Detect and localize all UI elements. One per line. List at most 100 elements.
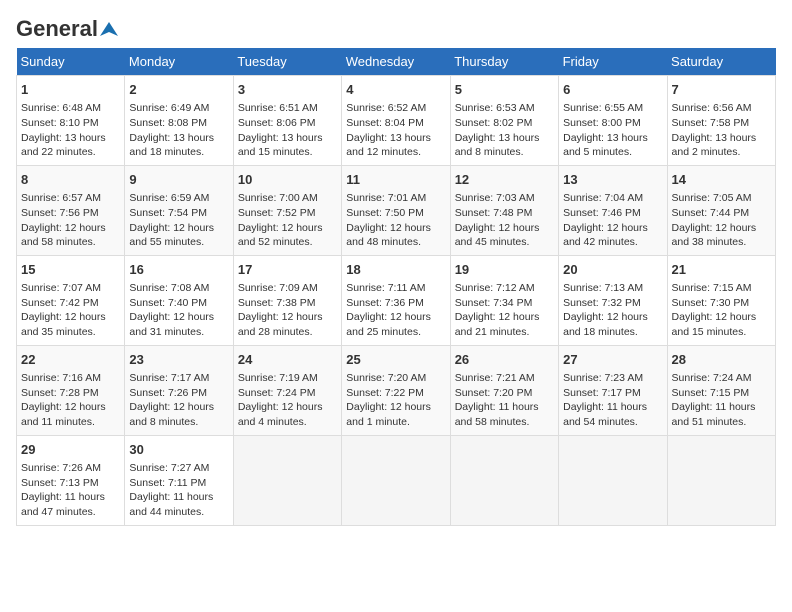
day-info-line: Daylight: 11 hours	[21, 490, 120, 505]
day-info-line: and 25 minutes.	[346, 325, 445, 340]
day-number: 12	[455, 171, 554, 189]
day-info-line: Daylight: 12 hours	[129, 221, 228, 236]
day-info-line: Sunset: 7:34 PM	[455, 296, 554, 311]
day-info-line: Sunset: 7:36 PM	[346, 296, 445, 311]
calendar-cell	[342, 435, 450, 525]
day-info-line: Sunset: 7:50 PM	[346, 206, 445, 221]
day-number: 26	[455, 351, 554, 369]
day-info-line: Daylight: 12 hours	[672, 221, 771, 236]
day-info-line: and 48 minutes.	[346, 235, 445, 250]
day-info-line: and 8 minutes.	[455, 145, 554, 160]
day-info-line: Sunset: 7:44 PM	[672, 206, 771, 221]
day-info-line: and 52 minutes.	[238, 235, 337, 250]
day-info-line: Daylight: 11 hours	[129, 490, 228, 505]
calendar-cell: 15Sunrise: 7:07 AMSunset: 7:42 PMDayligh…	[17, 255, 125, 345]
day-info-line: Daylight: 12 hours	[129, 310, 228, 325]
calendar-cell: 28Sunrise: 7:24 AMSunset: 7:15 PMDayligh…	[667, 345, 775, 435]
day-info-line: Sunrise: 6:57 AM	[21, 191, 120, 206]
logo: General	[16, 16, 118, 38]
col-header-friday: Friday	[559, 48, 667, 76]
day-number: 8	[21, 171, 120, 189]
calendar-table: SundayMondayTuesdayWednesdayThursdayFrid…	[16, 48, 776, 526]
day-number: 29	[21, 441, 120, 459]
day-info-line: Sunset: 7:32 PM	[563, 296, 662, 311]
day-info-line: Sunrise: 7:09 AM	[238, 281, 337, 296]
day-info-line: Daylight: 12 hours	[455, 310, 554, 325]
calendar-cell: 25Sunrise: 7:20 AMSunset: 7:22 PMDayligh…	[342, 345, 450, 435]
day-number: 24	[238, 351, 337, 369]
calendar-cell: 23Sunrise: 7:17 AMSunset: 7:26 PMDayligh…	[125, 345, 233, 435]
day-info-line: Sunset: 8:10 PM	[21, 116, 120, 131]
day-info-line: Daylight: 12 hours	[563, 310, 662, 325]
day-info-line: Sunset: 7:17 PM	[563, 386, 662, 401]
day-info-line: Sunrise: 6:53 AM	[455, 101, 554, 116]
day-info-line: and 31 minutes.	[129, 325, 228, 340]
calendar-cell: 14Sunrise: 7:05 AMSunset: 7:44 PMDayligh…	[667, 165, 775, 255]
day-number: 21	[672, 261, 771, 279]
day-info-line: and 4 minutes.	[238, 415, 337, 430]
calendar-cell: 18 Sunrise: 7:11 AMSunset: 7:36 PMDayligh…	[342, 255, 450, 345]
day-info-line: Sunrise: 6:59 AM	[129, 191, 228, 206]
calendar-cell: 3Sunrise: 6:51 AMSunset: 8:06 PMDaylight…	[233, 76, 341, 166]
day-number: 5	[455, 81, 554, 99]
day-info-line: Sunrise: 7:04 AM	[563, 191, 662, 206]
day-info-line: and 18 minutes.	[563, 325, 662, 340]
day-number: 7	[672, 81, 771, 99]
day-info-line: Sunset: 7:52 PM	[238, 206, 337, 221]
day-info-line: Daylight: 12 hours	[346, 400, 445, 415]
day-number: 27	[563, 351, 662, 369]
day-info-line: Daylight: 12 hours	[21, 310, 120, 325]
calendar-cell: 22Sunrise: 7:16 AMSunset: 7:28 PMDayligh…	[17, 345, 125, 435]
day-info-line: Daylight: 13 hours	[129, 131, 228, 146]
day-info-line: and 35 minutes.	[21, 325, 120, 340]
day-info-line: Daylight: 13 hours	[238, 131, 337, 146]
day-info-line: Sunset: 7:58 PM	[672, 116, 771, 131]
day-info-line: Sunset: 7:24 PM	[238, 386, 337, 401]
day-info-line: Sunrise: 7:11 AM	[346, 281, 445, 296]
day-info-line: Daylight: 11 hours	[672, 400, 771, 415]
day-info-line: Daylight: 12 hours	[238, 400, 337, 415]
day-info-line: and 8 minutes.	[129, 415, 228, 430]
day-info-line: Daylight: 12 hours	[129, 400, 228, 415]
day-info-line: Sunset: 7:30 PM	[672, 296, 771, 311]
day-info-line: Sunrise: 7:15 AM	[672, 281, 771, 296]
day-info-line: Sunrise: 7:01 AM	[346, 191, 445, 206]
day-number: 2	[129, 81, 228, 99]
day-info-line: Sunrise: 7:03 AM	[455, 191, 554, 206]
day-info-line: and 47 minutes.	[21, 505, 120, 520]
day-info-line: Sunrise: 7:19 AM	[238, 371, 337, 386]
day-info-line: Sunrise: 7:05 AM	[672, 191, 771, 206]
calendar-cell: 20Sunrise: 7:13 AMSunset: 7:32 PMDayligh…	[559, 255, 667, 345]
day-number: 11	[346, 171, 445, 189]
day-info-line: Sunrise: 7:07 AM	[21, 281, 120, 296]
day-info-line: Sunset: 8:00 PM	[563, 116, 662, 131]
calendar-cell: 9 Sunrise: 6:59 AMSunset: 7:54 PMDaylight…	[125, 165, 233, 255]
calendar-cell: 27 Sunrise: 7:23 AMSunset: 7:17 PMDayligh…	[559, 345, 667, 435]
day-info-line: Sunset: 7:15 PM	[672, 386, 771, 401]
day-info-line: Sunrise: 7:23 AM	[563, 371, 662, 386]
day-number: 3	[238, 81, 337, 99]
day-info-line: Daylight: 12 hours	[455, 221, 554, 236]
calendar-cell: 19Sunrise: 7:12 AMSunset: 7:34 PMDayligh…	[450, 255, 558, 345]
day-info-line: Daylight: 11 hours	[455, 400, 554, 415]
day-info-line: and 12 minutes.	[346, 145, 445, 160]
day-info-line: Sunset: 7:13 PM	[21, 476, 120, 491]
day-info-line: Sunrise: 7:16 AM	[21, 371, 120, 386]
day-info-line: and 22 minutes.	[21, 145, 120, 160]
day-number: 9	[129, 171, 228, 189]
day-number: 30	[129, 441, 228, 459]
day-number: 18	[346, 261, 445, 279]
day-info-line: and 38 minutes.	[672, 235, 771, 250]
day-info-line: Daylight: 12 hours	[346, 221, 445, 236]
day-number: 13	[563, 171, 662, 189]
calendar-cell: 5Sunrise: 6:53 AMSunset: 8:02 PMDaylight…	[450, 76, 558, 166]
day-info-line: Sunrise: 6:49 AM	[129, 101, 228, 116]
col-header-tuesday: Tuesday	[233, 48, 341, 76]
day-info-line: Sunset: 8:04 PM	[346, 116, 445, 131]
calendar-cell: 4Sunrise: 6:52 AMSunset: 8:04 PMDaylight…	[342, 76, 450, 166]
day-info-line: Sunrise: 6:55 AM	[563, 101, 662, 116]
day-info-line: Daylight: 12 hours	[346, 310, 445, 325]
day-info-line: Sunset: 7:42 PM	[21, 296, 120, 311]
day-info-line: Daylight: 11 hours	[563, 400, 662, 415]
day-info-line: Sunset: 7:54 PM	[129, 206, 228, 221]
